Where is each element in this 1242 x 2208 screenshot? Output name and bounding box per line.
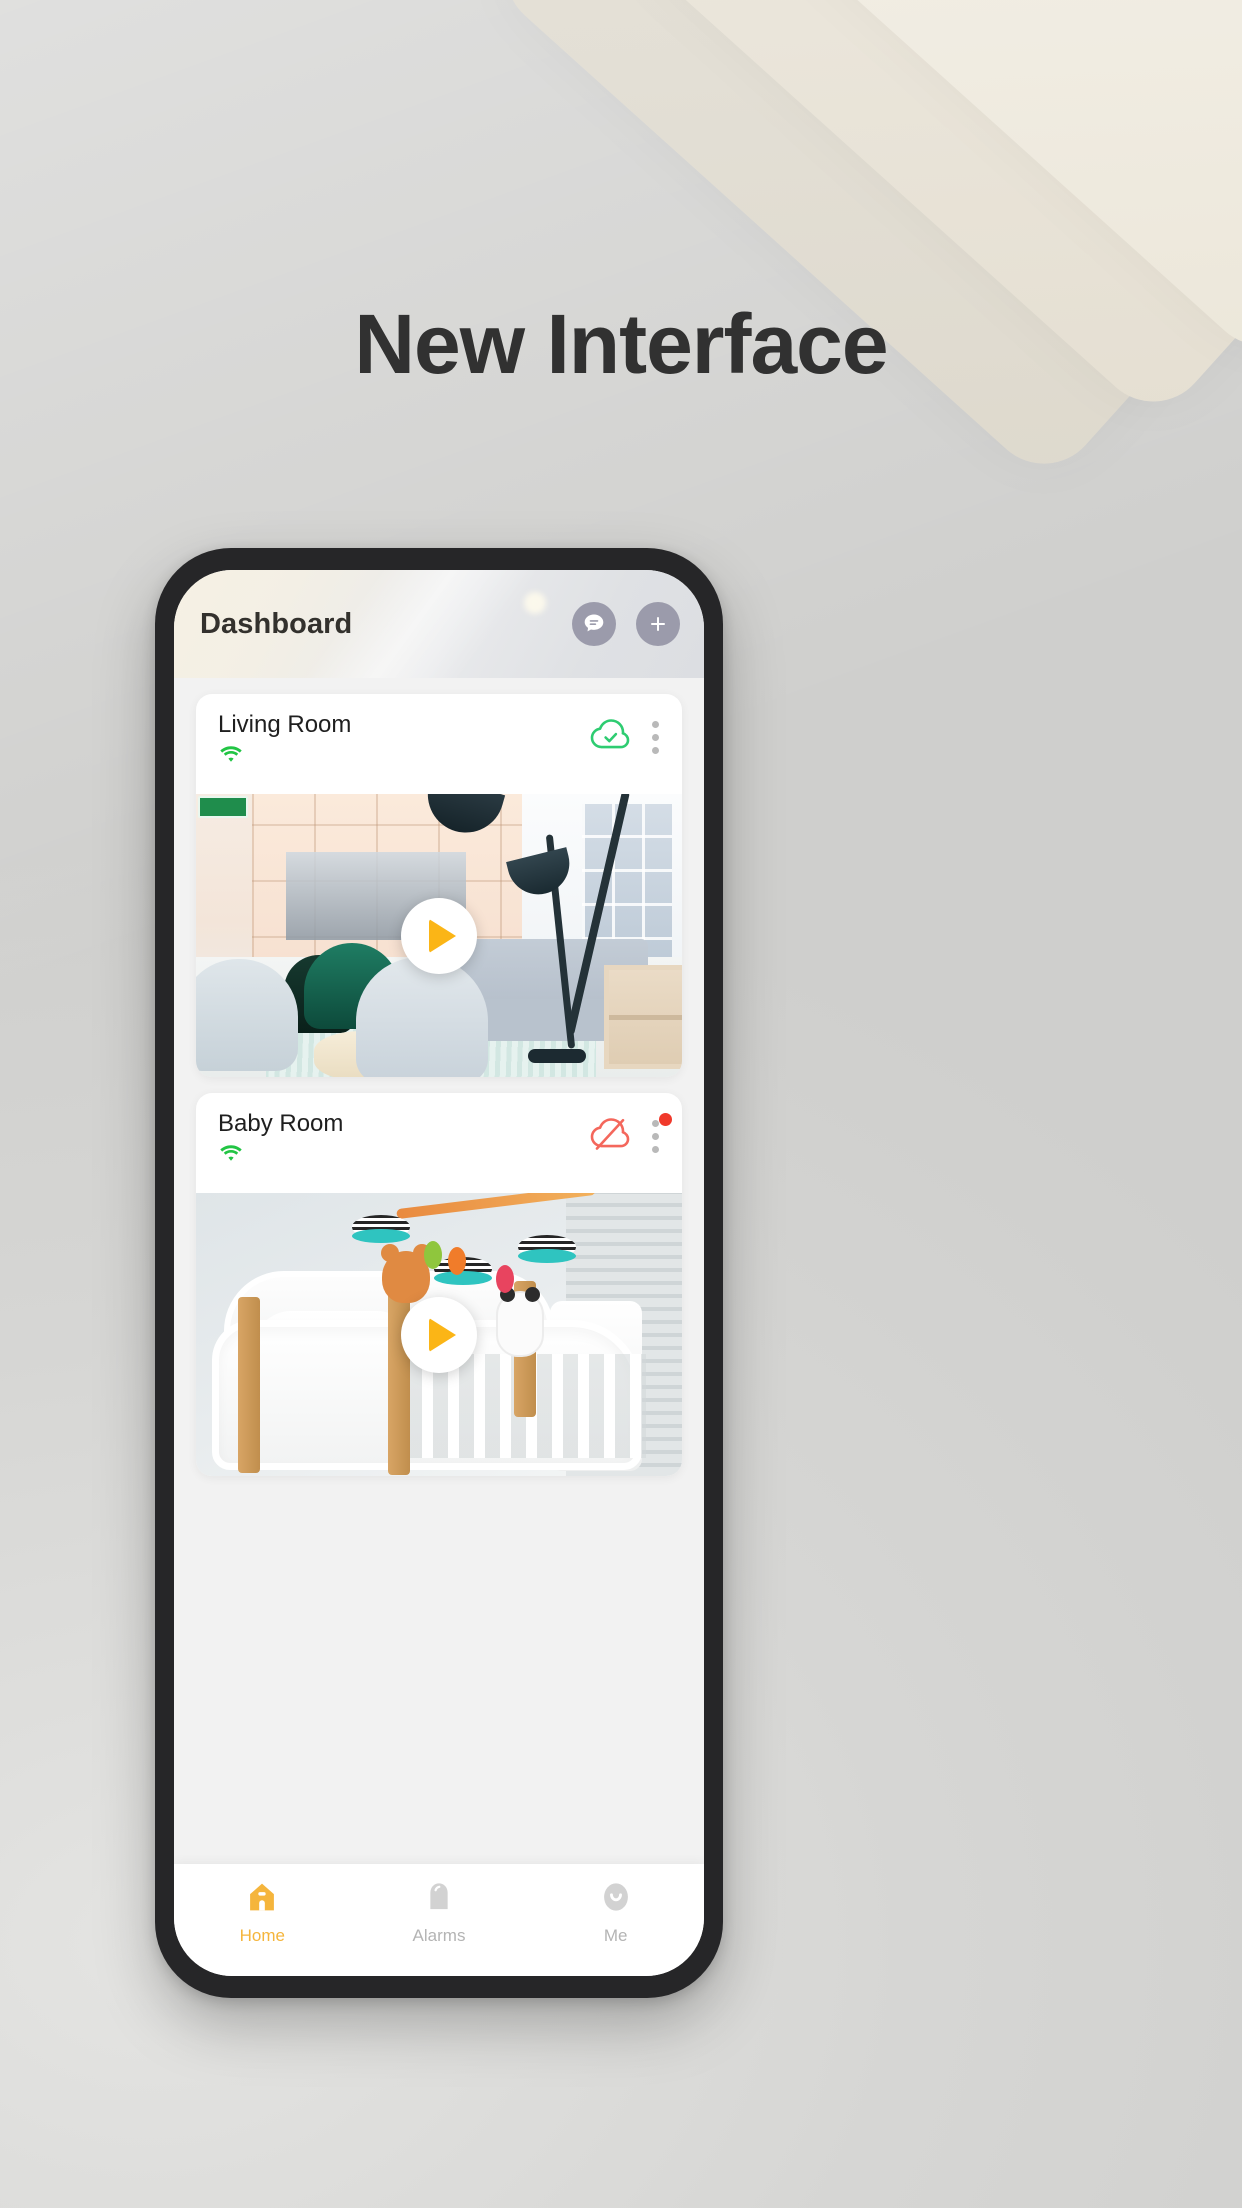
app-header: Dashboard — [174, 570, 704, 678]
scene-crib-post — [388, 1275, 410, 1475]
camera-card-header: Baby Room — [196, 1093, 682, 1193]
page-title: Dashboard — [200, 607, 353, 640]
camera-title-block: Baby Room — [218, 1111, 343, 1193]
scene-crib-post — [238, 1297, 260, 1473]
play-button[interactable] — [401, 1296, 477, 1373]
scene-toy-leaf — [496, 1265, 514, 1293]
camera-preview-baby-room[interactable] — [196, 1193, 682, 1476]
nav-item-me[interactable]: Me — [527, 1864, 704, 1962]
camera-card-actions — [590, 712, 660, 794]
header-light-bokeh — [524, 592, 546, 614]
add-device-button[interactable] — [636, 602, 680, 646]
bottom-navigation: Home Alarms Me — [174, 1864, 704, 1976]
play-icon — [429, 1317, 456, 1352]
nav-item-home[interactable]: Home — [174, 1864, 351, 1962]
scene-toy-bear — [381, 1244, 431, 1303]
camera-name: Living Room — [218, 711, 352, 738]
nav-label-home: Home — [239, 1926, 286, 1945]
notification-badge — [659, 1113, 672, 1126]
more-vertical-icon — [652, 747, 659, 754]
messages-button[interactable] — [572, 602, 616, 646]
bell-icon — [422, 1880, 456, 1919]
more-vertical-icon — [652, 734, 659, 741]
camera-title-block: Living Room — [218, 712, 351, 794]
home-icon — [245, 1880, 279, 1919]
scene-toy-panda — [496, 1287, 544, 1357]
camera-list[interactable]: Living Room Baby Room — [174, 678, 704, 1864]
camera-name: Baby Room — [218, 1110, 344, 1137]
message-icon — [581, 611, 607, 637]
more-vertical-icon — [652, 1146, 659, 1153]
wifi-icon — [218, 1144, 343, 1167]
page-headline: New Interface — [354, 297, 888, 391]
more-vertical-icon — [652, 721, 659, 728]
scene-mobile-spinner-base — [352, 1229, 410, 1243]
camera-card-actions — [590, 1111, 672, 1193]
phone-mockup: Dashboard Living Room Baby Room Home Ala… — [155, 548, 723, 1998]
play-icon — [429, 918, 456, 953]
camera-card-living-room[interactable]: Living Room — [196, 694, 682, 1077]
nav-label-me: Me — [603, 1926, 628, 1945]
cloud-check-icon[interactable] — [590, 718, 630, 752]
scene-toy-leaf — [448, 1247, 466, 1275]
header-actions — [572, 602, 680, 646]
nav-label-alarms: Alarms — [412, 1926, 466, 1945]
scene-shelf — [604, 965, 682, 1069]
nav-item-alarms[interactable]: Alarms — [351, 1864, 528, 1962]
scene-lamp-base — [528, 1049, 586, 1063]
scene-exit-sign — [198, 796, 248, 818]
phone-screen: Dashboard Living Room Baby Room Home Ala… — [174, 570, 704, 1976]
camera-card-header: Living Room — [196, 694, 682, 794]
camera-menu-button[interactable] — [652, 1113, 672, 1159]
camera-menu-button[interactable] — [652, 718, 660, 760]
plus-icon — [646, 612, 670, 636]
wifi-icon — [218, 745, 351, 768]
camera-preview-living-room[interactable] — [196, 794, 682, 1077]
play-button[interactable] — [401, 897, 477, 974]
cloud-off-icon[interactable] — [590, 1117, 630, 1151]
scene-toy-leaf — [424, 1241, 442, 1269]
user-icon — [599, 1880, 633, 1919]
scene-mobile-spinner-base — [434, 1271, 492, 1285]
scene-mobile-spinner-base — [518, 1249, 576, 1263]
camera-card-baby-room[interactable]: Baby Room — [196, 1093, 682, 1476]
more-vertical-icon — [652, 1120, 659, 1127]
more-vertical-icon — [652, 1133, 659, 1140]
scene-grey-chair-right — [356, 957, 488, 1077]
